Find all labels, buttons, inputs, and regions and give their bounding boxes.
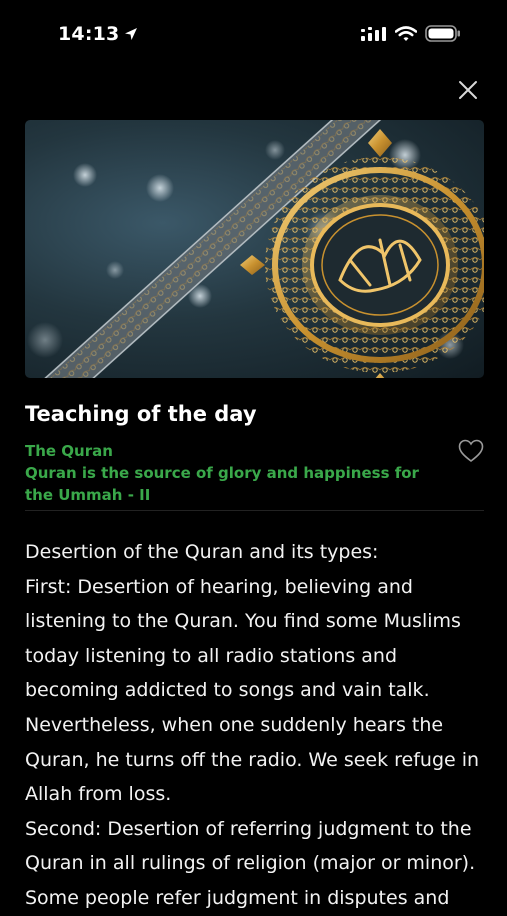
teaching-topic: Quran is the source of glory and happine… — [25, 464, 419, 504]
body-paragraph: First: Desertion of hearing, believing a… — [25, 575, 480, 806]
teaching-source: The Quran — [25, 442, 113, 460]
teaching-body: Desertion of the Quran and its types: Fi… — [25, 535, 487, 916]
wifi-icon — [395, 25, 417, 41]
status-time-label: 14:13 — [58, 23, 120, 45]
close-icon — [459, 81, 477, 99]
heart-outline-icon — [458, 439, 484, 463]
quran-ornament-image — [27, 120, 484, 378]
status-time: 14:13 — [58, 23, 139, 45]
divider — [25, 510, 484, 511]
page-title: Teaching of the day — [25, 402, 257, 426]
location-arrow-icon — [125, 28, 138, 40]
favorite-button[interactable] — [458, 439, 484, 463]
body-paragraph: Desertion of the Quran and its types: — [25, 541, 379, 563]
battery-icon — [425, 25, 460, 42]
cellular-signal-icon — [361, 26, 386, 41]
hero-image — [25, 120, 484, 378]
status-icons — [361, 25, 461, 42]
status-bar: 14:13 — [0, 0, 507, 70]
close-button[interactable] — [456, 78, 480, 102]
teaching-subtitle: The Quran Quran is the source of glory a… — [25, 440, 445, 506]
